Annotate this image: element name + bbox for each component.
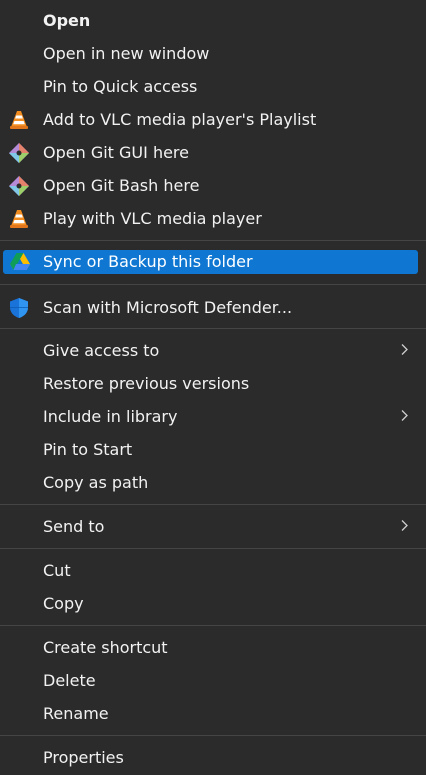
menu-item-label: Sync or Backup this folder — [43, 252, 253, 271]
menu-separator — [0, 284, 426, 285]
menu-item-label: Play with VLC media player — [43, 209, 262, 228]
menu-item-label: Cut — [43, 561, 71, 580]
menu-item-vlc-play[interactable]: Play with VLC media player — [0, 202, 426, 235]
chevron-right-icon — [401, 410, 408, 421]
menu-separator — [0, 328, 426, 329]
menu-item-cut[interactable]: Cut — [0, 554, 426, 587]
menu-item-rename[interactable]: Rename — [0, 697, 426, 730]
git-diamond-icon — [9, 143, 29, 163]
chevron-right-icon — [401, 520, 408, 531]
menu-item-label: Scan with Microsoft Defender... — [43, 298, 293, 317]
menu-item-delete[interactable]: Delete — [0, 664, 426, 697]
menu-item-label: Send to — [43, 517, 105, 536]
menu-separator — [0, 548, 426, 549]
menu-item-label: Restore previous versions — [43, 374, 250, 393]
vlc-cone-icon — [10, 111, 28, 129]
context-menu: Open Open in new window Pin to Quick acc… — [0, 0, 426, 775]
menu-item-send-to[interactable]: Send to — [0, 510, 426, 543]
vlc-cone-icon — [10, 210, 28, 228]
google-drive-icon — [10, 253, 30, 270]
menu-item-label: Pin to Quick access — [43, 77, 198, 96]
chevron-right-icon — [401, 344, 408, 355]
menu-item-defender-scan[interactable]: Scan with Microsoft Defender... — [0, 291, 426, 324]
menu-item-copy-path[interactable]: Copy as path — [0, 466, 426, 499]
menu-item-open[interactable]: Open — [0, 4, 426, 37]
menu-item-label: Open Git Bash here — [43, 176, 200, 195]
menu-item-pin-start[interactable]: Pin to Start — [0, 433, 426, 466]
menu-item-label: Create shortcut — [43, 638, 168, 657]
menu-item-label: Delete — [43, 671, 96, 690]
menu-separator — [0, 240, 426, 241]
menu-item-label: Properties — [43, 748, 124, 767]
menu-item-label: Pin to Start — [43, 440, 133, 459]
menu-item-sync-backup[interactable]: Sync or Backup this folder — [3, 250, 418, 274]
menu-item-label: Open Git GUI here — [43, 143, 189, 162]
menu-item-label: Open in new window — [43, 44, 210, 63]
menu-item-label: Add to VLC media player's Playlist — [43, 110, 317, 129]
menu-item-give-access[interactable]: Give access to — [0, 334, 426, 367]
menu-item-restore-versions[interactable]: Restore previous versions — [0, 367, 426, 400]
menu-separator — [0, 735, 426, 736]
git-diamond-icon — [9, 176, 29, 196]
menu-item-label: Open — [43, 11, 91, 30]
menu-item-include-library[interactable]: Include in library — [0, 400, 426, 433]
menu-separator — [0, 504, 426, 505]
menu-item-open-new-window[interactable]: Open in new window — [0, 37, 426, 70]
menu-item-git-gui[interactable]: Open Git GUI here — [0, 136, 426, 169]
menu-item-pin-quick-access[interactable]: Pin to Quick access — [0, 70, 426, 103]
menu-item-label: Copy as path — [43, 473, 149, 492]
menu-item-properties[interactable]: Properties — [0, 741, 426, 774]
menu-item-copy[interactable]: Copy — [0, 587, 426, 620]
menu-item-label: Copy — [43, 594, 84, 613]
menu-item-git-bash[interactable]: Open Git Bash here — [0, 169, 426, 202]
menu-item-label: Rename — [43, 704, 109, 723]
menu-item-label: Include in library — [43, 407, 178, 426]
defender-shield-icon — [10, 298, 28, 318]
menu-item-vlc-playlist[interactable]: Add to VLC media player's Playlist — [0, 103, 426, 136]
menu-item-label: Give access to — [43, 341, 160, 360]
menu-item-create-shortcut[interactable]: Create shortcut — [0, 631, 426, 664]
menu-separator — [0, 625, 426, 626]
